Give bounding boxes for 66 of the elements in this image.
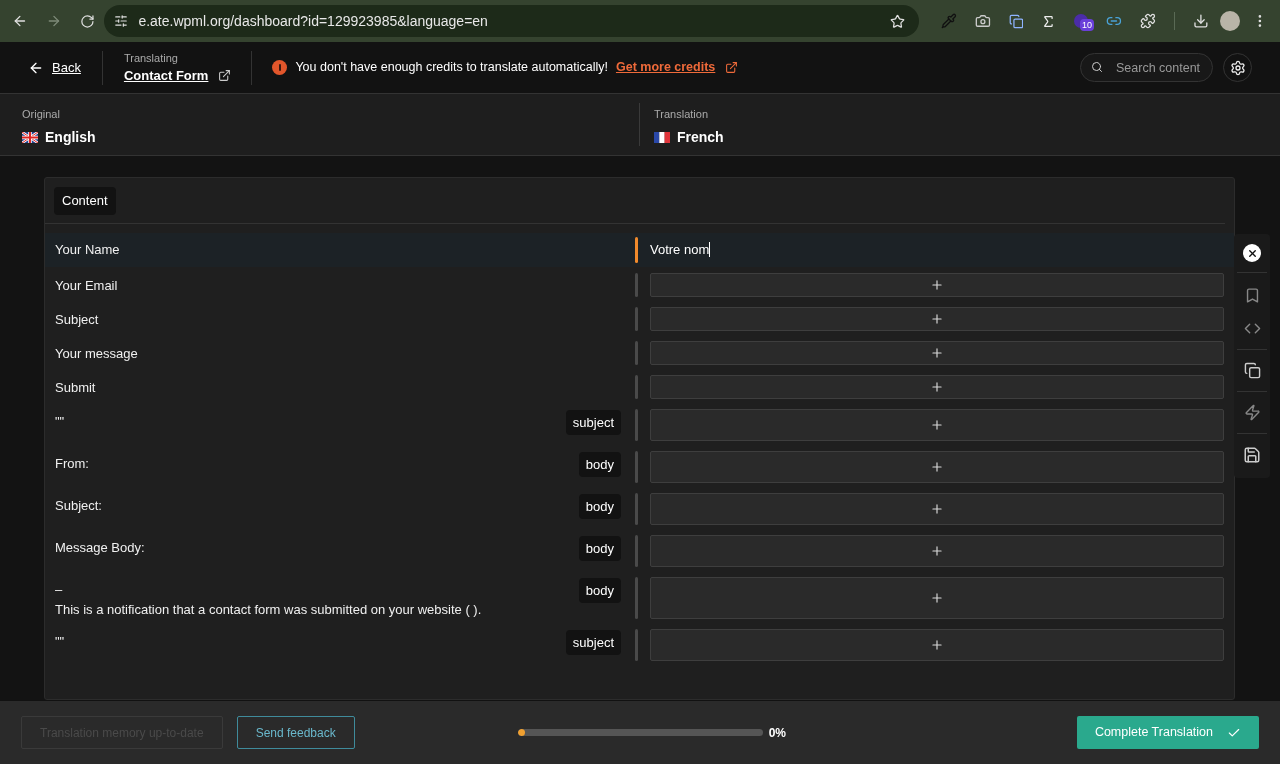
back-icon[interactable] bbox=[12, 13, 28, 29]
back-link[interactable]: Back bbox=[28, 57, 81, 78]
plus-icon bbox=[930, 501, 944, 516]
save-icon[interactable] bbox=[1243, 446, 1261, 464]
document-link[interactable]: Contact Form bbox=[123, 66, 209, 86]
field-tag: body bbox=[578, 535, 621, 561]
close-button[interactable] bbox=[1243, 244, 1261, 262]
plus-icon bbox=[930, 311, 944, 326]
field-tag: body bbox=[578, 451, 621, 477]
source-text: Your message bbox=[55, 344, 138, 363]
progress-reading: 0% bbox=[768, 724, 787, 742]
field-tag: subject bbox=[565, 629, 621, 655]
plus-icon bbox=[930, 543, 944, 558]
pages-icon[interactable] bbox=[1008, 13, 1024, 29]
source-text: This is a notification that a contact form was submitted on your website ( ). bbox=[55, 600, 482, 619]
external-link-icon[interactable] bbox=[218, 69, 232, 83]
source-text: Message Body: bbox=[55, 538, 145, 557]
source-text: – bbox=[55, 580, 64, 599]
plus-icon bbox=[930, 590, 944, 605]
search-field[interactable]: Search content bbox=[1080, 53, 1213, 82]
extension-badge: 10 bbox=[1080, 19, 1095, 31]
field-tag: subject bbox=[565, 409, 621, 435]
warning-icon bbox=[272, 60, 288, 75]
source-text: "" bbox=[55, 632, 65, 651]
star-icon[interactable] bbox=[889, 13, 905, 29]
lightning-icon[interactable] bbox=[1243, 404, 1261, 421]
plus-icon bbox=[930, 637, 944, 652]
url-text: e.ate.wpml.org/dashboard?id=129923985&language=en bbox=[138, 11, 489, 31]
search-icon bbox=[1091, 61, 1103, 73]
plus-icon bbox=[930, 459, 944, 474]
plus-icon bbox=[930, 379, 944, 394]
get-credits-link[interactable]: Get more credits bbox=[615, 58, 716, 77]
profile-avatar[interactable] bbox=[1220, 11, 1241, 31]
warning-message: You don't have enough credits to translate automatically! bbox=[295, 59, 608, 77]
translation-language: French bbox=[677, 127, 724, 147]
download-icon[interactable] bbox=[1192, 13, 1209, 29]
field-tag: body bbox=[578, 577, 621, 603]
section-title: Content bbox=[54, 187, 116, 215]
puzzle-icon[interactable] bbox=[1139, 13, 1156, 29]
translation-input[interactable]: Votre nom bbox=[650, 236, 1224, 263]
source-text: Submit bbox=[55, 378, 96, 397]
address-bar[interactable]: e.ate.wpml.org/dashboard?id=129923985&language=en bbox=[104, 5, 919, 37]
source-text: "" bbox=[55, 412, 65, 431]
settings-icon bbox=[1229, 59, 1246, 76]
plus-icon bbox=[930, 345, 944, 360]
uk-flag-icon bbox=[22, 131, 38, 143]
camera-icon[interactable] bbox=[974, 13, 991, 29]
reload-icon[interactable] bbox=[79, 13, 95, 29]
plus-icon bbox=[930, 417, 944, 432]
source-text: Your Name bbox=[55, 240, 120, 259]
original-label: Original bbox=[22, 107, 61, 122]
source-text: Subject bbox=[55, 310, 99, 329]
original-language: English bbox=[45, 127, 96, 147]
site-settings-icon[interactable] bbox=[114, 14, 129, 28]
translation-label: Translation bbox=[654, 107, 709, 122]
field-tag: body bbox=[578, 493, 621, 519]
plus-icon bbox=[930, 277, 944, 292]
source-text: Subject: bbox=[55, 496, 102, 515]
close-icon bbox=[1246, 247, 1258, 259]
send-feedback-button[interactable]: Send feedback bbox=[236, 716, 355, 749]
source-text: From: bbox=[55, 454, 89, 473]
france-flag-icon bbox=[654, 131, 670, 143]
external-link-icon[interactable] bbox=[725, 61, 739, 74]
copy-icon[interactable] bbox=[1243, 362, 1261, 379]
translating-label: Translating bbox=[123, 50, 179, 66]
source-text: Your Email bbox=[55, 276, 118, 295]
